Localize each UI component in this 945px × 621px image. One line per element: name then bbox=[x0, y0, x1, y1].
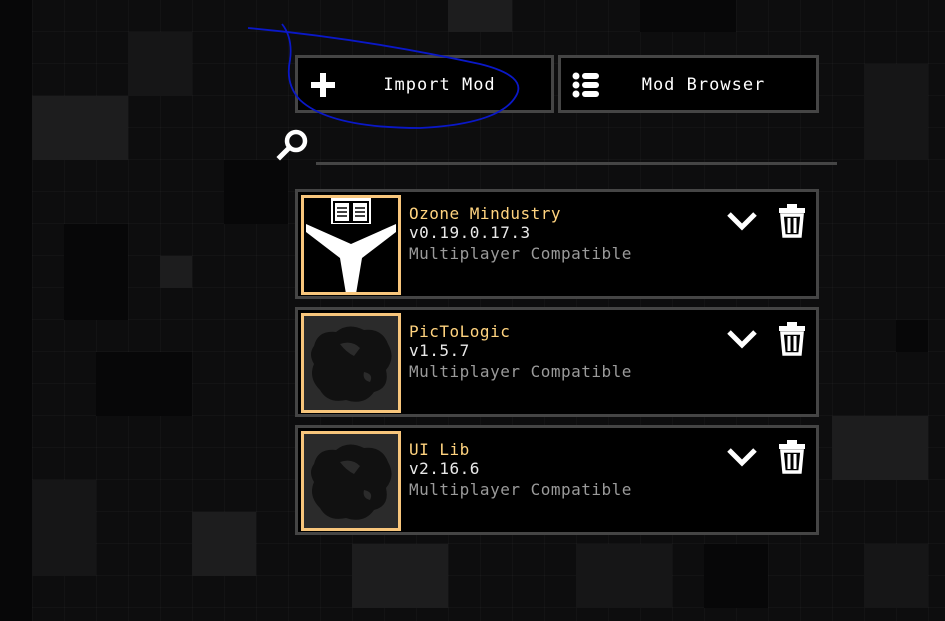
mod-item-pictologic[interactable]: PicToLogic v1.5.7 Multiplayer Compatible bbox=[295, 307, 819, 417]
import-mod-label: Import Mod bbox=[383, 75, 496, 95]
background-tile bbox=[128, 32, 192, 96]
mod-browser-button[interactable]: Mod Browser bbox=[558, 55, 819, 113]
background-tile bbox=[864, 64, 928, 160]
background-tile bbox=[32, 96, 128, 160]
background-tile bbox=[896, 320, 928, 352]
background-tile bbox=[64, 224, 128, 320]
background-tile bbox=[96, 352, 192, 416]
search-input[interactable] bbox=[316, 134, 837, 160]
mod-version: v2.16.6 bbox=[409, 459, 480, 478]
background-tile bbox=[160, 256, 192, 288]
chevron-down-icon[interactable] bbox=[725, 208, 759, 234]
background-tile bbox=[832, 416, 928, 480]
background-tile bbox=[864, 544, 928, 608]
trash-icon[interactable] bbox=[777, 320, 807, 356]
mod-compat-status: Multiplayer Compatible bbox=[409, 362, 632, 381]
background-tile bbox=[0, 0, 32, 621]
background-tile bbox=[192, 512, 256, 576]
mod-compat-status: Multiplayer Compatible bbox=[409, 244, 632, 263]
default-mod-icon bbox=[301, 431, 401, 531]
mod-item-ozone-mindustry[interactable]: Ozone Mindustry v0.19.0.17.3 Multiplayer… bbox=[295, 189, 819, 299]
mod-version: v1.5.7 bbox=[409, 341, 470, 360]
background-tile bbox=[352, 544, 448, 608]
background-tile bbox=[576, 544, 672, 608]
import-mod-button[interactable]: Import Mod bbox=[295, 55, 554, 113]
background-tile bbox=[640, 0, 736, 32]
background-tile bbox=[704, 544, 768, 608]
mod-browser-label: Mod Browser bbox=[641, 75, 766, 95]
chevron-down-icon[interactable] bbox=[725, 326, 759, 352]
mod-name: Ozone Mindustry bbox=[409, 204, 561, 223]
mod-compat-status: Multiplayer Compatible bbox=[409, 480, 632, 499]
mods-dialog: Import Mod Mod Browser Ozone Mindustry v… bbox=[0, 0, 945, 621]
ozone-logo-icon bbox=[301, 195, 401, 295]
search-icon bbox=[276, 129, 308, 161]
chevron-down-icon[interactable] bbox=[725, 444, 759, 470]
background-tile bbox=[32, 480, 96, 576]
background-tile bbox=[448, 0, 512, 32]
mod-item-ui-lib[interactable]: UI Lib v2.16.6 Multiplayer Compatible bbox=[295, 425, 819, 535]
mod-version: v0.19.0.17.3 bbox=[409, 223, 531, 242]
mod-name: UI Lib bbox=[409, 440, 470, 459]
background-tile bbox=[224, 160, 288, 224]
default-mod-icon bbox=[301, 313, 401, 413]
trash-icon[interactable] bbox=[777, 438, 807, 474]
trash-icon[interactable] bbox=[777, 202, 807, 238]
mod-name: PicToLogic bbox=[409, 322, 511, 341]
search-underline bbox=[316, 162, 837, 165]
